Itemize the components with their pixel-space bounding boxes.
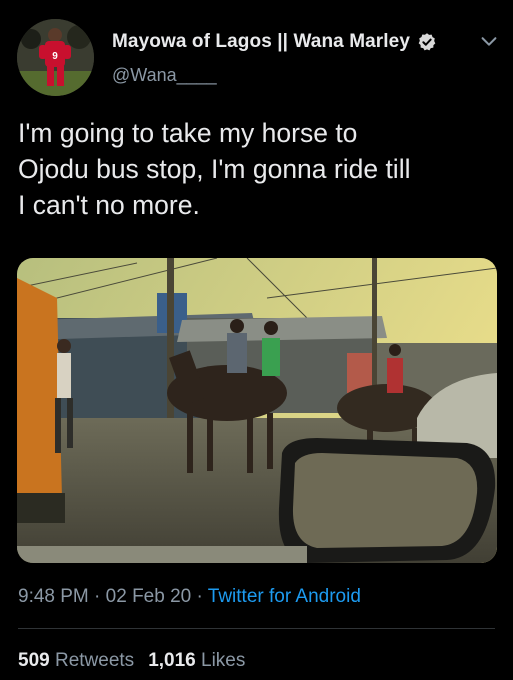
tweet-date[interactable]: 02 Feb 20 [106, 586, 192, 607]
verified-badge-icon [418, 33, 436, 51]
tweet-stats: 509 Retweets 1,016 Likes [18, 650, 245, 672]
tweet-time[interactable]: 9:48 PM [18, 586, 89, 607]
retweets-stat[interactable]: 509 Retweets [18, 650, 134, 671]
tweet-source-link[interactable]: Twitter for Android [208, 586, 361, 607]
jersey-number: 9 [52, 51, 58, 62]
retweets-count: 509 [18, 650, 50, 671]
avatar[interactable]: 9 [17, 19, 94, 96]
tweet-text: I'm going to take my horse to Ojodu bus … [18, 118, 411, 220]
author-display-name[interactable]: Mayowa of Lagos || Wana Marley [112, 31, 410, 53]
likes-stat[interactable]: 1,016 Likes [148, 650, 245, 671]
chevron-down-icon[interactable] [478, 30, 500, 52]
retweets-label: Retweets [54, 650, 135, 671]
avatar-photo: 9 [17, 19, 94, 96]
meta-separator: · [88, 586, 106, 607]
author-handle[interactable]: @Wana____ [112, 65, 217, 86]
street-horse-riders-photo [17, 258, 497, 563]
divider [18, 628, 495, 629]
tweet-media-photo[interactable] [17, 258, 497, 563]
author-name-row[interactable]: Mayowa of Lagos || Wana Marley [112, 31, 437, 53]
likes-count: 1,016 [148, 650, 196, 671]
tweet-meta: 9:48 PM · 02 Feb 20 · Twitter for Androi… [18, 586, 361, 608]
meta-separator: · [191, 586, 208, 607]
likes-label: Likes [201, 650, 246, 671]
